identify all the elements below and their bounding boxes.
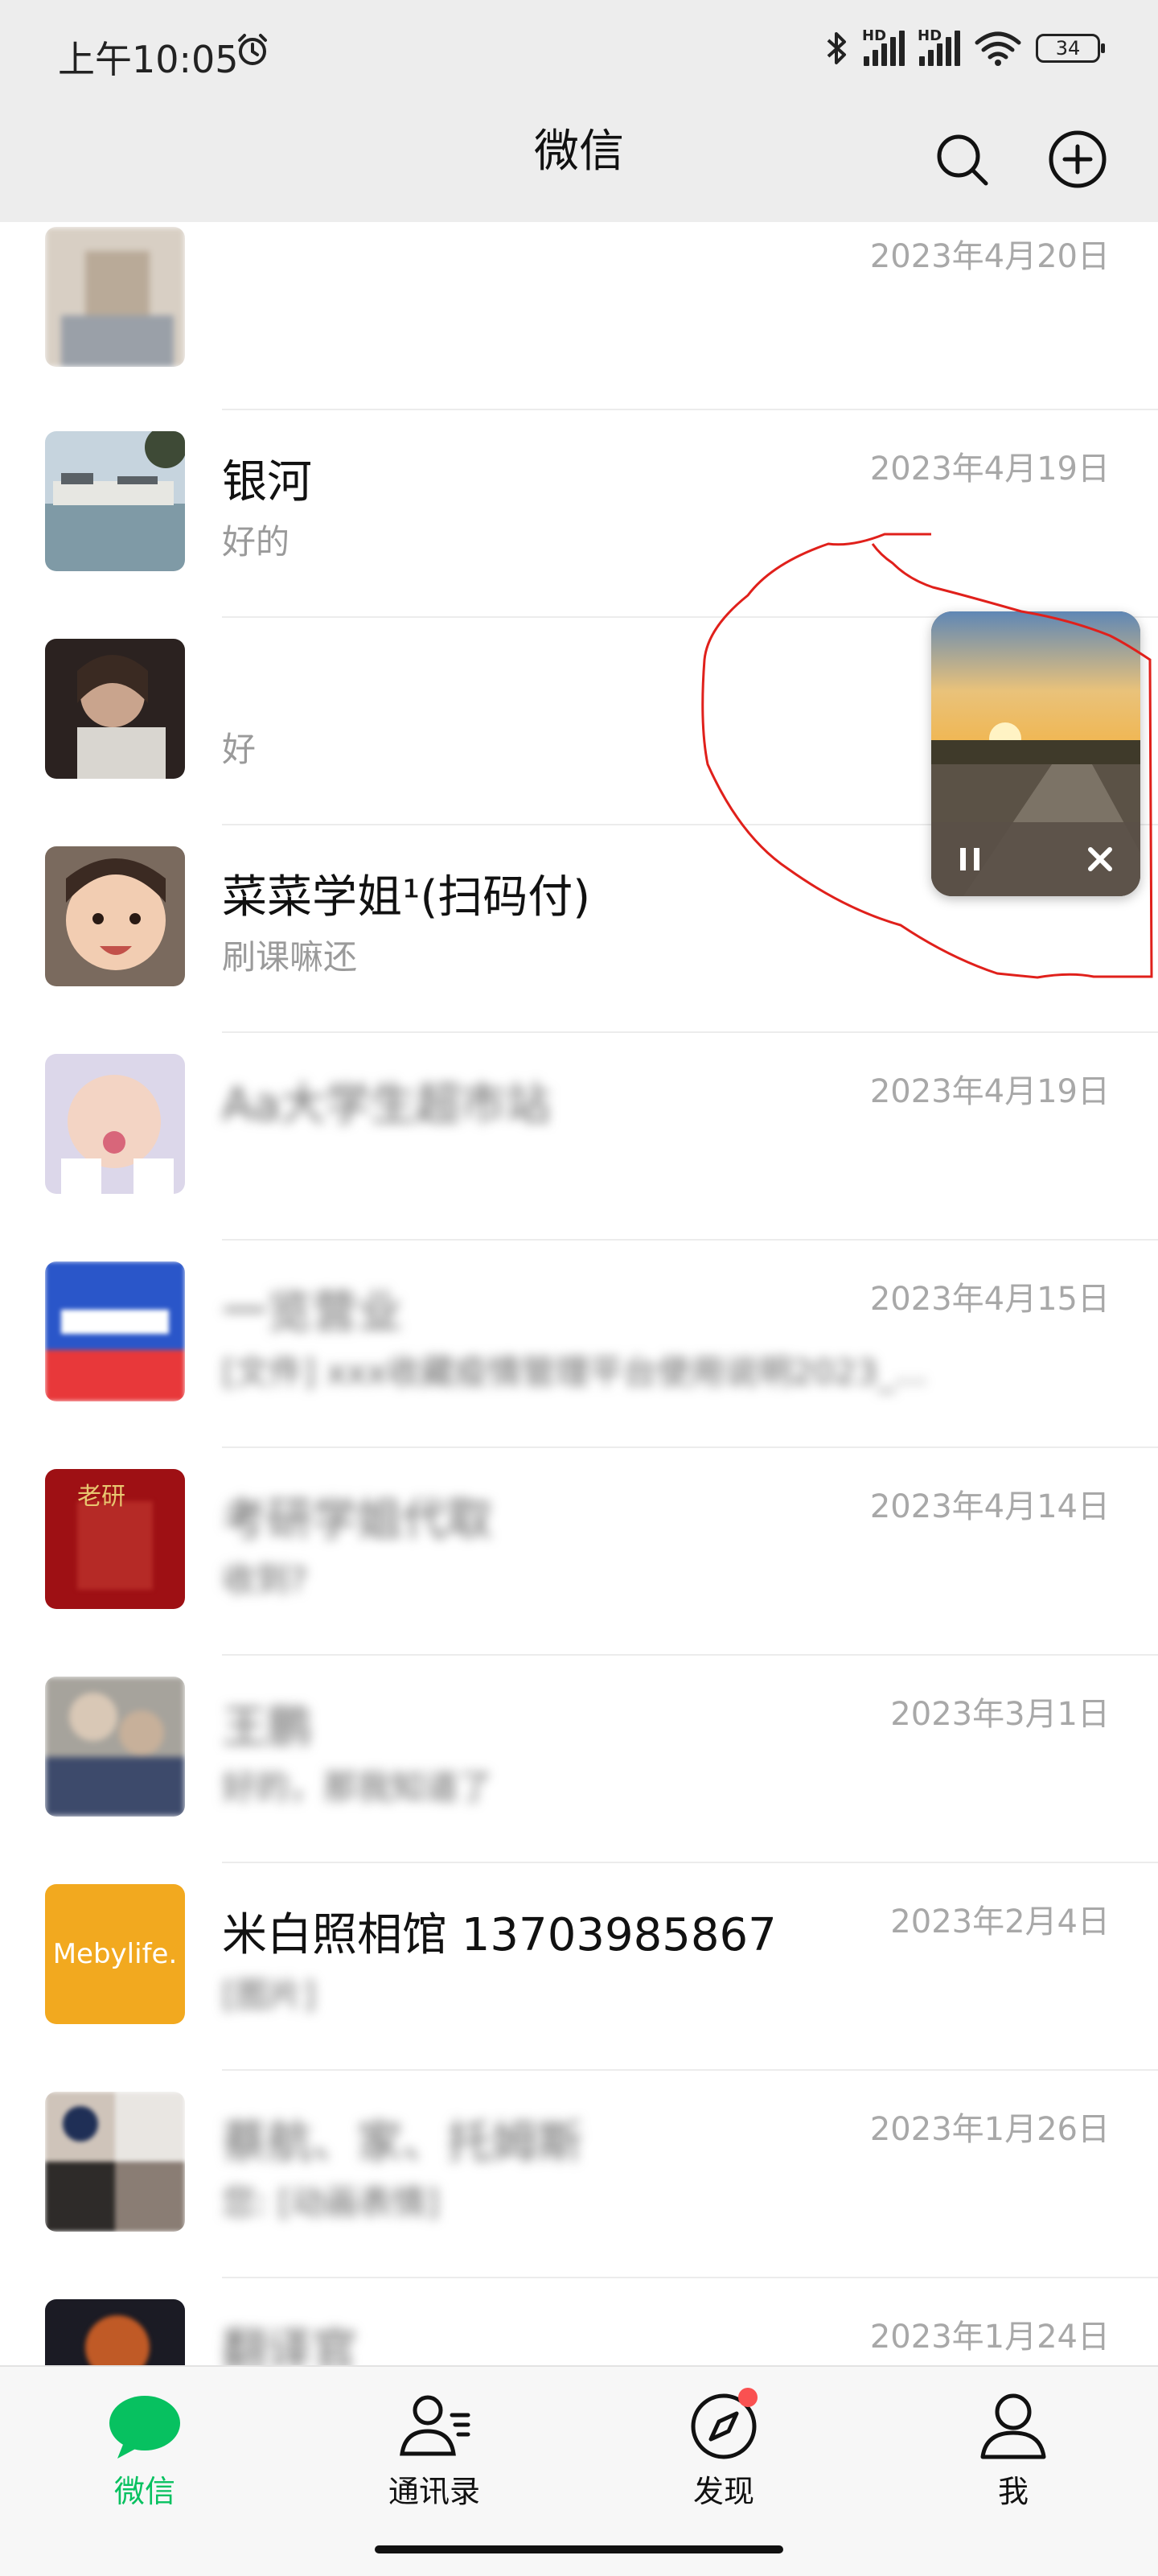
contacts-icon (400, 2395, 470, 2456)
chat-name: 蔡航、家、托姆斯 (222, 2117, 582, 2169)
video-controls (931, 822, 1140, 896)
avatar (45, 431, 185, 571)
avatar (45, 1677, 185, 1817)
chat-row[interactable]: 2023年4月20日 (0, 222, 1158, 410)
chat-name: 翻译官 (222, 2324, 357, 2365)
notification-dot (738, 2388, 758, 2407)
chat-name: 米白照相馆 13703985867 (222, 1909, 777, 1961)
floating-video-window[interactable] (931, 611, 1140, 896)
chat-time: 2023年2月4日 (890, 1903, 1110, 1940)
mebylife-logo-text: Mebylife. (53, 1938, 178, 1970)
chat-list: 2023年4月20日 银河 好的 2023年4月19日 好 202 菜菜学姐¹(… (0, 222, 1158, 2365)
tab-me[interactable]: 我 (933, 2386, 1094, 2509)
avatar (45, 2092, 185, 2232)
avatar (45, 639, 185, 779)
battery-indicator: 34 (1036, 34, 1105, 63)
tab-contacts[interactable]: 通讯录 (354, 2386, 515, 2509)
chat-row[interactable]: Aa大学生超市站 2023年4月19日 (0, 1033, 1158, 1241)
chat-row[interactable]: 蔡航、家、托姆斯 您: [动画表情] 2023年1月26日 (0, 2071, 1158, 2278)
chat-name: 银河 (222, 456, 312, 508)
add-icon[interactable] (1047, 129, 1108, 190)
avatar (45, 227, 185, 367)
chat-row[interactable]: 王鹏 好的，那我知道了 2023年3月1日 (0, 1656, 1158, 1863)
cell-signal-icon-2: HD (918, 27, 960, 66)
svg-text:老研: 老研 (77, 1483, 125, 1511)
bottom-tab-bar: 微信 通讯录 发现 我 (0, 2365, 1158, 2576)
tab-label: 发现 (692, 2474, 754, 2509)
chat-row[interactable]: 一览营业 [文件] xxx收藏疫情管理平台使用说明2023_... 2023年4… (0, 1241, 1158, 1448)
avatar: 老研 (45, 1469, 185, 1609)
chat-row[interactable]: 银河 好的 2023年4月19日 (0, 410, 1158, 618)
status-bar: 上午10:05 HD HD 34 (0, 0, 1158, 108)
chat-row[interactable]: 老研 考研学姐代取 收到? 2023年4月14日 (0, 1448, 1158, 1656)
tab-discover[interactable]: 发现 (643, 2386, 804, 2509)
chat-row[interactable]: 翻译官 2023年1月24日 (0, 2278, 1158, 2365)
compass-icon (691, 2388, 758, 2459)
status-time: 上午10:05 (58, 38, 239, 81)
bluetooth-icon (827, 32, 846, 64)
chat-preview: [文件] xxx收藏疫情管理平台使用说明2023_... (222, 1352, 927, 1392)
chat-time: 2023年3月1日 (890, 1696, 1110, 1733)
system-icons: HD HD 34 (825, 27, 1105, 68)
chat-name: Aa大学生超市站 (222, 1079, 551, 1131)
chat-preview: 您: [动画表情] (222, 2183, 440, 2222)
avatar (45, 1054, 185, 1194)
chat-time: 2023年1月26日 (869, 2111, 1110, 2148)
chat-name: 一览营业 (222, 1286, 402, 1339)
chat-preview: 好的 (222, 522, 290, 562)
search-icon[interactable] (931, 129, 992, 190)
hd-label-2: HD (918, 27, 942, 44)
cell-signal-icon: HD (862, 27, 905, 66)
chat-bubbles-icon (109, 2396, 180, 2459)
person-icon (980, 2393, 1046, 2459)
chat-time: 2023年4月19日 (869, 451, 1110, 488)
chat-time: 2023年4月19日 (869, 1073, 1110, 1110)
avatar (45, 2299, 185, 2365)
tab-label: 通讯录 (388, 2474, 480, 2509)
chat-time: 2023年1月24日 (869, 2319, 1110, 2356)
chat-preview: 好 (222, 730, 257, 769)
tab-label: 我 (997, 2474, 1029, 2509)
tab-label: 微信 (113, 2474, 175, 2509)
tab-chats[interactable]: 微信 (64, 2386, 225, 2509)
chat-preview: 收到? (222, 1560, 308, 1599)
chat-name: 王鹏 (222, 1702, 312, 1754)
avatar (45, 1261, 185, 1401)
chat-row[interactable]: Mebylife. 米白照相馆 13703985867 [图片] 2023年2月… (0, 1863, 1158, 2071)
chat-preview: [图片] (222, 1975, 316, 2014)
hd-label: HD (862, 27, 887, 44)
avatar (45, 846, 185, 986)
avatar: Mebylife. (45, 1884, 185, 2024)
chat-name: 菜菜学姐¹(扫码付) (222, 871, 591, 924)
alarm-icon (238, 34, 267, 65)
chat-time: 2023年4月15日 (869, 1281, 1110, 1318)
chat-time: 2023年4月20日 (869, 238, 1110, 275)
pause-icon[interactable] (954, 843, 986, 875)
chat-preview: 好的，那我知道了 (222, 1767, 493, 1807)
home-indicator[interactable] (375, 2545, 783, 2553)
chat-time: 2023年4月14日 (869, 1488, 1110, 1525)
wifi-icon (975, 31, 1021, 66)
close-icon[interactable] (1084, 843, 1116, 875)
chat-name: 考研学姐代取 (222, 1494, 492, 1546)
top-bar: 微信 (0, 108, 1158, 222)
chat-preview: 刷课嘛还 (222, 937, 358, 977)
